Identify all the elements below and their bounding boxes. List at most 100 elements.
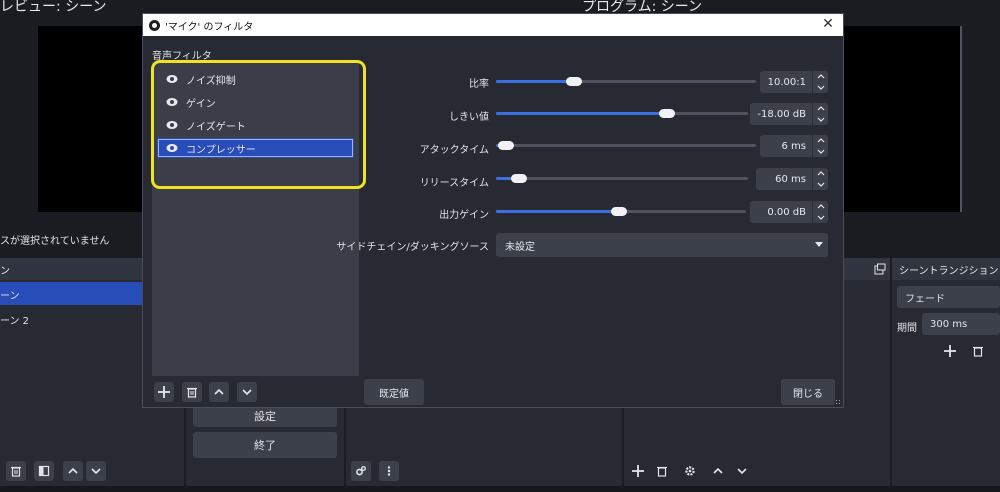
output-gain-value[interactable]: 0.00 dB [750, 207, 812, 218]
spin-down-icon[interactable] [813, 212, 828, 223]
resize-grip-icon[interactable] [835, 399, 841, 405]
release-time-value[interactable]: 60 ms [756, 174, 812, 185]
slider-handle[interactable] [498, 141, 515, 150]
filter-name: コンプレッサー [186, 144, 256, 156]
slider-handle[interactable] [659, 109, 676, 118]
filter-item-noise-suppression[interactable]: ノイズ抑制 [157, 69, 354, 89]
eye-icon[interactable] [166, 73, 178, 85]
threshold-value[interactable]: -18.00 dB [750, 109, 812, 120]
close-button[interactable]: 閉じる [781, 379, 835, 405]
obs-logo-icon [149, 19, 160, 31]
attack-time-spinbox[interactable]: 6 ms [760, 135, 828, 157]
chevron-up-icon[interactable] [708, 461, 728, 481]
spin-up-icon[interactable] [813, 71, 828, 82]
sidechain-select[interactable]: 未設定 [496, 233, 828, 257]
status-bar [0, 486, 1000, 492]
release-time-spinbox[interactable]: 60 ms [756, 168, 828, 190]
plus-icon [158, 386, 170, 398]
output-gain-label: 出力ゲイン [439, 210, 489, 221]
audio-filters-label: 音声フィルタ [152, 51, 212, 62]
move-filter-down-button[interactable] [237, 382, 257, 402]
spin-arrows[interactable] [812, 71, 828, 93]
move-filter-up-button[interactable] [209, 382, 229, 402]
duration-field[interactable]: 300 ms [922, 313, 1000, 335]
scene-item-selected[interactable] [0, 282, 142, 305]
filter-item-gain[interactable]: ゲイン [157, 92, 354, 112]
ratio-slider[interactable] [496, 74, 756, 90]
sidechain-label: サイドチェイン/ダッキングソース [336, 242, 489, 253]
filter-name: ノイズゲート [186, 121, 246, 133]
filters-dialog: 'マイク' のフィルタ ✕ 音声フィルタ ノイズ抑制 ゲイン ノイズゲート コン… [142, 13, 844, 408]
threshold-spinbox[interactable]: -18.00 dB [750, 103, 828, 125]
transition-select[interactable]: フェード [897, 286, 1000, 308]
scene-transitions-header: シーントランジション [892, 258, 1000, 280]
spin-up-icon[interactable] [813, 168, 828, 179]
spin-down-icon[interactable] [813, 82, 828, 93]
dialog-titlebar[interactable]: 'マイク' のフィルタ ✕ [143, 14, 843, 36]
filter-name: ゲイン [186, 98, 216, 110]
eye-icon[interactable] [166, 96, 178, 108]
output-gain-spinbox[interactable]: 0.00 dB [750, 201, 828, 223]
spin-down-icon[interactable] [813, 114, 828, 125]
remove-filter-button[interactable] [182, 382, 202, 402]
trash-icon[interactable] [6, 461, 26, 481]
scene-item[interactable]: ーン [0, 287, 20, 302]
exit-button[interactable]: 終了 [193, 432, 337, 458]
release-time-label: リリースタイム [419, 178, 489, 189]
release-time-slider[interactable] [496, 171, 748, 187]
spin-down-icon[interactable] [813, 146, 828, 157]
add-filter-button[interactable] [154, 382, 174, 402]
preview-title: レビュー: シーン [0, 0, 107, 15]
add-transition-icon[interactable] [940, 341, 960, 361]
gears-icon[interactable] [351, 461, 371, 481]
defaults-button[interactable]: 既定値 [364, 379, 424, 405]
slider-fill [496, 112, 668, 115]
threshold-label: しきい値 [449, 112, 489, 123]
spin-up-icon[interactable] [813, 135, 828, 146]
output-gain-slider[interactable] [496, 204, 746, 220]
chevron-up-icon[interactable] [63, 461, 83, 481]
ratio-value[interactable]: 10.00:1 [760, 77, 812, 88]
sidechain-value: 未設定 [505, 241, 535, 253]
scene-transitions-title: シーントランジション [899, 265, 999, 277]
chevron-down-icon[interactable] [86, 461, 106, 481]
spin-arrows[interactable] [812, 168, 828, 190]
slider-track [496, 144, 756, 147]
trash-icon[interactable] [968, 341, 988, 361]
spin-down-icon[interactable] [813, 179, 828, 190]
ratio-label: 比率 [469, 79, 489, 90]
ratio-spinbox[interactable]: 10.00:1 [760, 71, 828, 93]
more-options-icon[interactable] [379, 461, 399, 481]
spin-arrows[interactable] [812, 103, 828, 125]
spin-up-icon[interactable] [813, 103, 828, 114]
scene-item[interactable]: ーン 2 [0, 312, 29, 327]
filter-item-noise-gate[interactable]: ノイズゲート [157, 115, 354, 135]
filter-name: ノイズ抑制 [186, 75, 236, 87]
eye-icon[interactable] [166, 142, 178, 154]
spin-up-icon[interactable] [813, 201, 828, 212]
spin-arrows[interactable] [812, 201, 828, 223]
close-icon[interactable]: ✕ [821, 17, 835, 31]
trash-icon[interactable] [652, 461, 672, 481]
add-icon[interactable] [628, 461, 648, 481]
gear-icon[interactable] [680, 461, 700, 481]
no-source-selected-text: スが選択されていません [0, 236, 110, 247]
attack-time-slider[interactable] [496, 138, 756, 154]
undock-icon[interactable] [870, 259, 890, 279]
scenes-header-label: ン [0, 265, 10, 277]
chevron-down-icon [242, 389, 252, 396]
spin-arrows[interactable] [812, 135, 828, 157]
attack-time-value[interactable]: 6 ms [760, 141, 812, 152]
settings-button[interactable]: 設定 [193, 405, 337, 427]
chevron-down-icon[interactable] [732, 461, 752, 481]
slider-handle[interactable] [510, 174, 527, 183]
threshold-slider[interactable] [496, 106, 748, 122]
slider-handle[interactable] [610, 207, 627, 216]
slider-handle[interactable] [566, 77, 582, 86]
trash-icon [187, 387, 197, 398]
filter-icon[interactable] [34, 461, 54, 481]
eye-icon[interactable] [166, 119, 178, 131]
chevron-up-icon [214, 388, 224, 395]
slider-fill [496, 210, 619, 213]
filter-item-compressor[interactable]: コンプレッサー [157, 138, 354, 158]
